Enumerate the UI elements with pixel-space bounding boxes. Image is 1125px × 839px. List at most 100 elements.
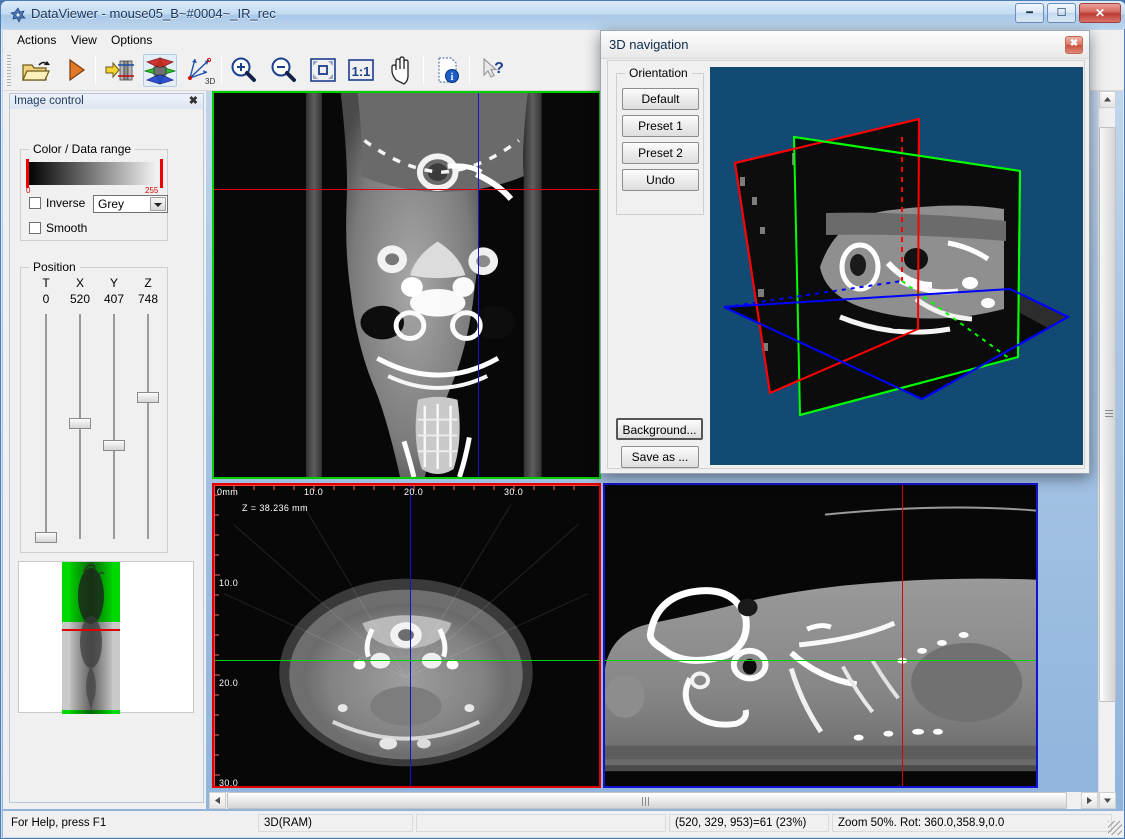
axial-crosshair-horizontal[interactable] [214,660,599,661]
status-help-text: For Help, press F1 [5,814,255,832]
menu-options-label: Options [111,33,152,47]
toolbar-separator-3 [423,57,424,84]
orientation-preset1-button[interactable]: Preset 1 [622,115,699,137]
lut-select-value: Grey [98,197,124,211]
chevron-left-icon [210,793,225,808]
main-window: DataViewer - mouse05_B~#0004~_IR_rec ━ ☐… [0,0,1125,839]
slider-track-z[interactable] [147,314,149,539]
axis-t-value: 0 [29,292,63,306]
run-button[interactable] [59,54,93,87]
scroll-right-button[interactable] [1081,792,1098,809]
image-control-title: Image control [14,95,84,107]
context-help-button[interactable]: ? [475,54,509,87]
lut-select[interactable]: Grey [93,195,168,213]
colorbar-max-label: 255 [145,186,158,195]
coronal-crosshair-horizontal[interactable] [214,189,599,190]
chevron-right-icon [1082,793,1097,808]
coronal-view[interactable] [212,91,601,479]
dataset-info-button[interactable]: i [431,54,465,87]
maximize-icon: ☐ [1048,7,1075,20]
scroll-down-button[interactable] [1099,792,1116,809]
colorbar-max-handle[interactable] [160,159,163,188]
image-control-close-icon[interactable]: ✖ [189,94,198,107]
toolbar-separator-1 [95,57,96,84]
zoom-one-to-one-button[interactable]: 1:1 [345,54,379,87]
axial-image [214,485,599,786]
close-button[interactable]: ✕ [1079,3,1121,23]
three-plane-icon [144,55,176,87]
slider-track-y[interactable] [113,314,115,539]
scout-preview-panel[interactable] [18,561,194,713]
zoom-in-button[interactable] [227,54,261,87]
orientation-undo-button[interactable]: Undo [622,169,699,191]
three-plane-button[interactable] [143,54,177,87]
axial-crosshair-vertical[interactable] [410,485,411,786]
slider-track-t[interactable] [45,314,47,539]
load-to-memory-button[interactable] [103,54,137,87]
open-file-button[interactable] [19,54,53,87]
svg-text:1:1: 1:1 [352,64,371,79]
fit-to-window-button[interactable] [307,54,341,87]
slider-thumb-z[interactable] [137,392,159,403]
title-bar: DataViewer - mouse05_B~#0004~_IR_rec ━ ☐… [1,1,1125,29]
maximize-button[interactable]: ☐ [1047,3,1076,23]
menu-options[interactable]: Options [105,32,158,48]
smooth-checkbox[interactable] [29,222,41,234]
position-axis-t: T 0 [29,276,63,306]
axial-view[interactable]: 0mm 10.0 20.0 30.0 10.0 20.0 30.0 Z = 38… [212,483,601,788]
status-bar: For Help, press F1 3D(RAM) (520, 329, 95… [3,811,1124,837]
play-icon [59,54,91,86]
scroll-left-button[interactable] [209,792,226,809]
horizontal-scroll-thumb[interactable] [227,792,1067,809]
pan-hand-icon [385,54,417,86]
sagittal-view[interactable] [603,483,1038,788]
axial-ruler-y-0: 10.0 [219,578,238,588]
zoom-out-button[interactable] [267,54,301,87]
axis-y-value: 407 [97,292,131,306]
nav3d-close-button[interactable]: ✖ [1065,36,1083,54]
vertical-scrollbar[interactable] [1098,91,1115,809]
chevron-down-icon [154,203,162,207]
axial-ruler-y-2: 30.0 [219,778,238,788]
position-axis-x: X 520 [63,276,97,306]
colorbar-min-label: 0 [26,186,30,195]
position-title: Position [29,260,80,274]
axes-3d-icon: 3D [183,54,215,86]
orientation-preset2-button[interactable]: Preset 2 [622,142,699,164]
axial-slice-label: Z = 38.236 mm [242,503,308,513]
smooth-label: Smooth [46,221,87,235]
color-data-range-title: Color / Data range [29,142,135,156]
background-button[interactable]: Background... [616,418,703,440]
nav3d-render-canvas[interactable] [710,67,1083,465]
slider-thumb-x[interactable] [69,418,91,429]
sagittal-crosshair-vertical[interactable] [902,485,903,786]
axes-3d-button[interactable]: 3D [183,54,217,87]
save-as-button[interactable]: Save as ... [621,446,699,468]
zoom-one-to-one-icon: 1:1 [345,54,377,86]
coronal-crosshair-vertical[interactable] [478,93,479,477]
inverse-checkbox[interactable] [29,197,41,209]
toolbar-separator-2 [221,57,222,84]
scroll-thumb-grip-h [642,797,649,806]
close-icon: ✖ [1066,38,1082,49]
orientation-default-button[interactable]: Default [622,88,699,110]
toolbar-grip[interactable] [7,55,11,86]
colorbar-min-handle[interactable] [26,159,29,188]
nav3d-body: Orientation Default Preset 1 Preset 2 Un… [607,60,1085,469]
slider-thumb-t[interactable] [35,532,57,543]
menu-actions[interactable]: Actions [11,32,62,48]
pan-button[interactable] [385,54,419,87]
axial-ruler-x-0: 0mm [217,487,238,497]
orientation-group: Orientation Default Preset 1 Preset 2 Un… [616,73,704,215]
sagittal-crosshair-horizontal[interactable] [605,660,1036,661]
slider-thumb-y[interactable] [103,440,125,451]
scroll-up-button[interactable] [1099,91,1116,108]
horizontal-scrollbar[interactable] [209,792,1098,809]
color-gradient-bar[interactable] [28,162,158,185]
vertical-scroll-thumb[interactable] [1099,127,1116,702]
resize-grip-icon[interactable] [1108,821,1122,835]
axial-ruler-x-3: 30.0 [504,487,523,497]
chevron-down-icon [1100,793,1115,808]
menu-view[interactable]: View [65,32,103,48]
minimize-button[interactable]: ━ [1015,3,1044,23]
